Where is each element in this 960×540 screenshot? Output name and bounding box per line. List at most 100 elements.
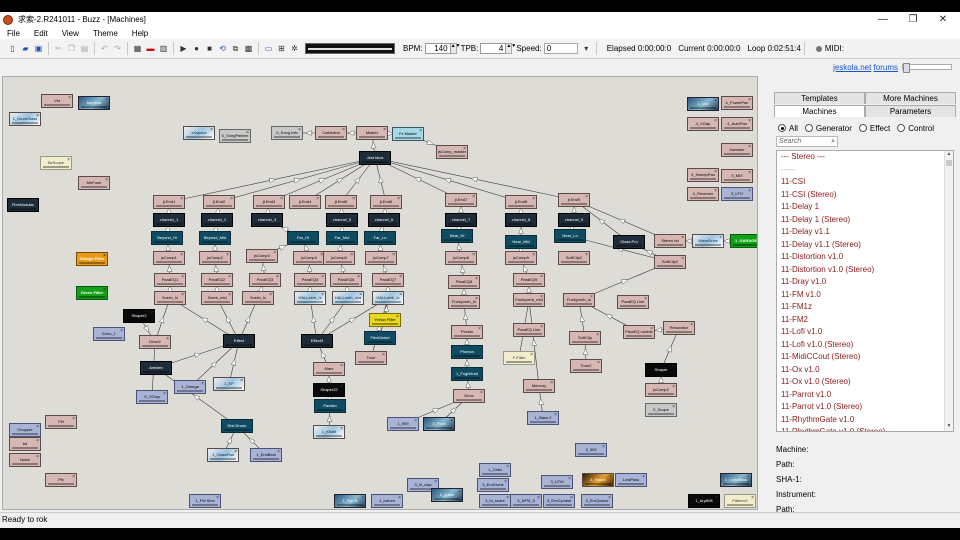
wire-arrow-icon[interactable] (538, 397, 545, 406)
machine-close-icon[interactable]: × (352, 196, 355, 205)
machine-l6[interactable]: jt.End6 × (370, 195, 402, 209)
machine-echo-1[interactable]: Echo_1 × (93, 327, 125, 341)
machine-close-icon[interactable]: × (748, 170, 751, 179)
machine-close-icon[interactable]: × (532, 236, 535, 245)
machine-peq8[interactable]: ParaEQ8 × (448, 275, 480, 289)
machine-close-icon[interactable]: × (359, 292, 362, 301)
machine-close-icon[interactable]: × (672, 404, 675, 413)
machine-l9[interactable]: jt.End9 × (558, 193, 590, 207)
machine-close-icon[interactable]: × (105, 97, 108, 106)
wire-arrow-icon[interactable] (268, 177, 277, 184)
machine-ero-cymbal[interactable]: 3_EroCymbal × (543, 494, 575, 508)
redo-icon[interactable]: ↷ (112, 43, 123, 54)
machine-close-icon[interactable]: × (228, 292, 231, 301)
machine-dist-drone[interactable]: Dist Drone × (221, 419, 253, 433)
machine-close-icon[interactable]: × (226, 252, 229, 261)
machine-close-icon[interactable]: × (392, 252, 395, 261)
list-item[interactable]: 11-Delay 1 (Stereo) (777, 214, 953, 227)
list-item[interactable]: 11-Distortion v1.0 (Stereo) (777, 264, 953, 277)
machine-hamster[interactable]: Hamster × (721, 143, 753, 157)
machine-peq5[interactable]: ParaEQ5 × (330, 273, 362, 287)
machine-beyond-mid[interactable]: Beyond_Mid × (199, 231, 231, 245)
machine-erodrone[interactable]: 3_EroDrone × (477, 478, 509, 492)
wire-arrow-icon[interactable] (340, 265, 346, 273)
machine-endblod[interactable]: 1_EndBlod × (250, 448, 282, 462)
machine-jeskola[interactable]: Jest kkva × (359, 151, 391, 165)
machine-song-info[interactable]: 0_Song Info × (271, 126, 303, 140)
machine-close-icon[interactable]: × (314, 232, 317, 241)
machine-noise[interactable]: Noise × (9, 453, 41, 467)
machine-flexmod[interactable]: FlexModular × (7, 198, 39, 212)
machine-close-icon[interactable]: × (478, 368, 481, 377)
undo-icon[interactable]: ↶ (99, 43, 110, 54)
machine-close-icon[interactable]: × (602, 444, 605, 453)
machine-peq4[interactable]: ParaEQ4 × (294, 273, 326, 287)
list-item[interactable]: 11-CSI (Stereo) (777, 189, 953, 202)
machine-close-icon[interactable]: × (36, 113, 39, 122)
machine-cathedral[interactable]: Cathedral × (315, 126, 347, 140)
wire-arrow-icon[interactable] (464, 358, 470, 366)
maximize-button[interactable]: ❐ (898, 12, 928, 27)
wire-arrow-icon[interactable] (618, 218, 626, 225)
machine-close-icon[interactable]: × (180, 214, 183, 223)
machine-close-icon[interactable]: × (399, 274, 402, 283)
machine-close-icon[interactable]: × (397, 196, 400, 205)
filter-effect-radio[interactable] (858, 124, 867, 132)
machine-close-icon[interactable]: × (120, 328, 123, 337)
machine-comp5[interactable]: jsComp5 × (323, 251, 355, 265)
grid-icon[interactable]: ⊞ (276, 43, 287, 54)
machine-l1[interactable]: jt.End1 × (153, 195, 185, 209)
machine-close-icon[interactable]: × (36, 454, 39, 463)
wire-arrow-icon[interactable] (470, 176, 478, 183)
wire-arrow-icon[interactable] (531, 338, 538, 347)
speed-select[interactable]: 0 (543, 43, 578, 54)
wire-arrow-icon[interactable] (226, 315, 232, 324)
minimize-button[interactable]: — (868, 12, 898, 27)
machine-comp9[interactable]: jsComp9 × (505, 251, 537, 265)
machine-peq1[interactable]: ParaEQ1 × (154, 273, 186, 287)
machine-close-icon[interactable]: × (472, 214, 475, 223)
wire-arrow-icon[interactable] (326, 375, 332, 383)
machine-lfo-x[interactable]: 3_LFO × (721, 187, 753, 201)
wire-arrow-icon[interactable] (226, 436, 232, 445)
machine-close-icon[interactable]: × (581, 230, 584, 239)
machine-green-filter[interactable]: Green Filter × (76, 286, 108, 300)
tab-machines[interactable]: Machines (774, 105, 865, 117)
machine-sverb-hi[interactable]: Sverb_hi × (154, 291, 186, 305)
machine-drive2[interactable]: Drive2 × (139, 335, 171, 349)
machine-close-icon[interactable]: × (608, 495, 611, 504)
machine-close-icon[interactable]: × (681, 256, 684, 265)
list-item[interactable]: 11-MidiCCout (Stereo) (777, 351, 953, 364)
machine-shaper22[interactable]: Shaper22 × (313, 383, 345, 397)
machine-list[interactable]: --- Stereo --- ----- 11-CSI 11-CSI (Stereo)… (776, 150, 954, 432)
wire-arrow-icon[interactable] (293, 178, 302, 184)
list-item[interactable]: 11-Distortion v1.0 (777, 251, 953, 264)
machine-close-icon[interactable]: × (34, 199, 37, 208)
wire-arrow-icon[interactable] (278, 245, 287, 251)
machine-close-icon[interactable]: × (719, 235, 722, 244)
machine-fm-sine[interactable]: 1_FM Sine × (189, 494, 221, 508)
machine-close-icon[interactable]: × (341, 400, 344, 409)
wire-arrow-icon[interactable] (460, 265, 466, 274)
machine-comp8[interactable]: jsComp8 × (445, 251, 477, 265)
wire-arrow-icon[interactable] (143, 325, 150, 333)
list-item[interactable]: 11-Ox v1.0 (777, 364, 953, 377)
machine-reverser[interactable]: 4_Reverser × (687, 187, 719, 201)
machine-close-icon[interactable]: × (540, 294, 543, 303)
machine-close-icon[interactable]: × (399, 292, 402, 301)
wire-arrow-icon[interactable] (354, 176, 361, 184)
bpm-input[interactable]: 140 (424, 43, 451, 54)
machine-tone2[interactable]: Tone2 × (570, 359, 602, 373)
machine-close-icon[interactable]: × (540, 274, 543, 283)
machine-close-icon[interactable]: × (36, 424, 39, 433)
machine-close-icon[interactable]: × (596, 332, 599, 341)
machine-close-icon[interactable]: × (672, 364, 675, 373)
wire-arrow-icon[interactable] (321, 351, 327, 359)
machine-close-icon[interactable]: × (72, 416, 75, 425)
wire-arrow-icon[interactable] (645, 250, 654, 256)
wire-arrow-icon[interactable] (461, 287, 467, 295)
machine-pivot[interactable]: 3_Pivot × (423, 417, 455, 431)
zoom-slider[interactable] (902, 63, 952, 73)
machine-close-icon[interactable]: × (468, 230, 471, 239)
machine-close-icon[interactable]: × (240, 378, 243, 387)
